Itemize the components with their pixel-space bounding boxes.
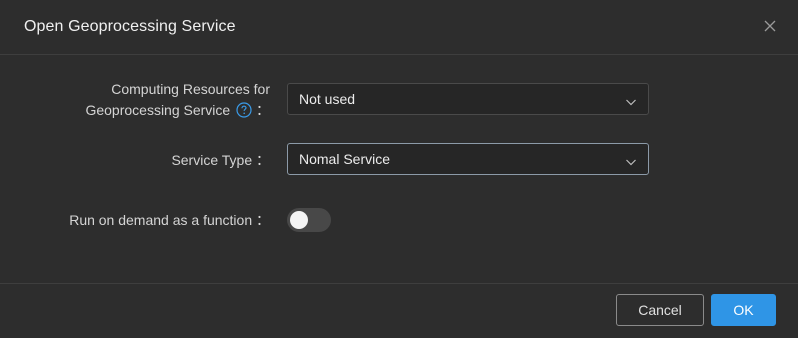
service-type-value: Nomal Service [299, 151, 391, 167]
run-on-demand-toggle[interactable] [287, 208, 331, 232]
computing-resources-value: Not used [299, 91, 356, 107]
chevron-down-icon [625, 94, 637, 106]
open-geoprocessing-service-dialog: Open Geoprocessing Service Computing Res… [0, 0, 798, 338]
dialog-body: Computing Resources for Geoprocessing Se… [0, 55, 798, 283]
computing-resources-label: Computing Resources for Geoprocessing Se… [20, 79, 270, 121]
ok-button[interactable]: OK [711, 294, 776, 326]
computing-resources-label-suffix: ： [256, 102, 270, 118]
cancel-button[interactable]: Cancel [616, 294, 704, 326]
help-circle-icon[interactable] [236, 102, 252, 118]
toggle-knob [290, 211, 308, 229]
close-icon[interactable] [760, 16, 780, 36]
service-type-label: Service Type ： [171, 152, 270, 168]
dialog-footer: Cancel OK [0, 283, 798, 338]
service-type-select[interactable]: Nomal Service [287, 143, 649, 175]
dialog-title: Open Geoprocessing Service [24, 18, 236, 35]
computing-resources-select[interactable]: Not used [287, 83, 649, 115]
run-on-demand-label: Run on demand as a function ： [69, 212, 270, 228]
chevron-down-icon [625, 154, 637, 166]
dialog-header: Open Geoprocessing Service [0, 0, 798, 55]
